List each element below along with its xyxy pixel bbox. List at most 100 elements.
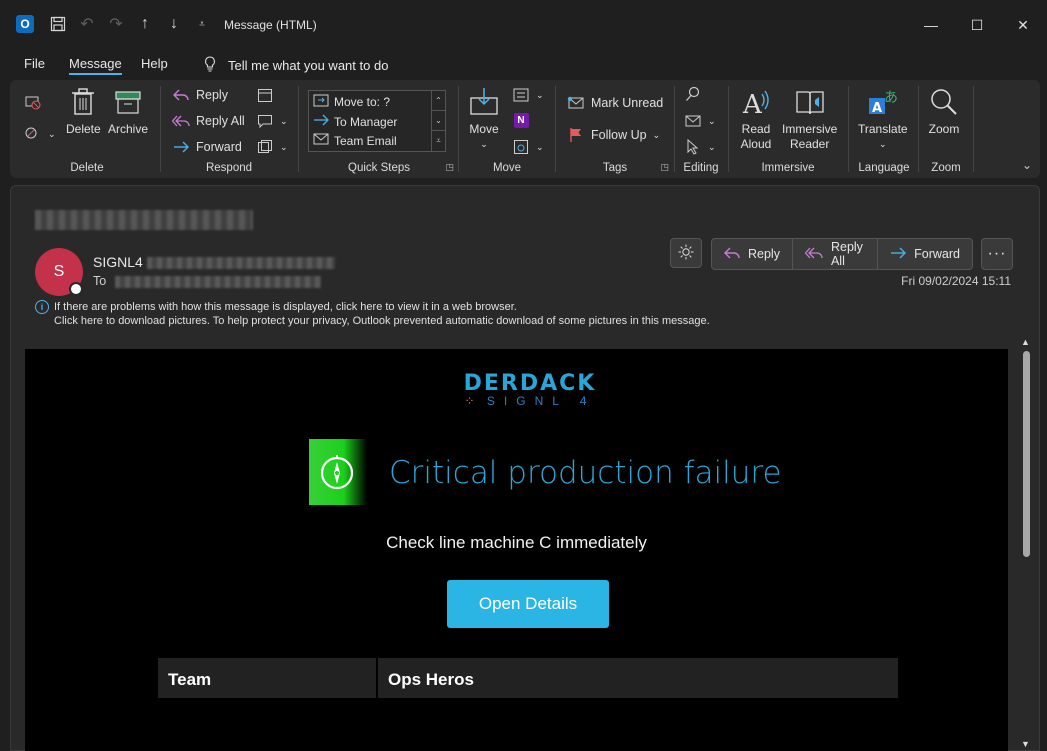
recipient-redacted [115, 276, 321, 288]
envelope-icon [684, 113, 702, 129]
chevron-down-icon: ⌄ [280, 115, 288, 126]
view-in-browser-link[interactable]: If there are problems with how this mess… [54, 300, 710, 314]
ribbon-separator [674, 86, 675, 172]
svg-text:あ: あ [884, 90, 898, 106]
ribbon-separator [848, 86, 849, 172]
ignore-icon [24, 94, 42, 110]
reply-icon [724, 246, 740, 263]
table-value: Ops Heros [378, 658, 898, 698]
scrollbar-thumb[interactable] [1023, 351, 1030, 557]
related-button[interactable]: ⌄ [684, 113, 716, 129]
chevron-down-icon: ⌄ [879, 139, 887, 149]
tell-me-search[interactable]: Tell me what you want to do [204, 56, 388, 75]
translate-icon: Aあ [868, 90, 898, 116]
save-icon[interactable] [48, 14, 68, 34]
subject-redacted [35, 210, 253, 230]
menu-file[interactable]: File [24, 56, 45, 71]
actions-icon [512, 139, 530, 155]
editing-group: ⌄ ⌄ Editing [676, 80, 726, 178]
follow-up-button[interactable]: Follow Up ⌄ [567, 127, 660, 143]
immersive-reader-button[interactable]: Immersive Reader [782, 86, 837, 152]
toggle-background-button[interactable] [670, 238, 702, 268]
scroll-up-icon[interactable]: ▲ [1021, 337, 1030, 347]
tags-group: Mark Unread Follow Up ⌄ Tags ◳ [557, 80, 673, 178]
menu-bar: File Message Help Tell me what you want … [0, 52, 1047, 78]
menu-help[interactable]: Help [141, 56, 168, 71]
ribbon-separator [973, 86, 974, 172]
mark-unread-button[interactable]: Mark Unread [567, 95, 663, 111]
chevron-down-icon: ⌄ [536, 141, 544, 152]
outlook-logo: O [16, 15, 34, 33]
move-icon [470, 88, 498, 115]
im-reply-button[interactable]: ⌄ [256, 113, 288, 129]
close-button[interactable]: ✕ [1000, 10, 1046, 40]
cleanup-button[interactable]: ⌄ [24, 126, 56, 142]
zoom-group: Zoom Zoom [920, 80, 972, 178]
svg-text:A: A [872, 101, 882, 116]
tags-launcher-icon[interactable]: ◳ [660, 162, 669, 173]
more-actions-icon[interactable]: ··· [981, 238, 1013, 270]
presence-status-icon [69, 282, 83, 296]
envelope-unread-icon [567, 95, 585, 111]
message-actions: Reply Reply All Forward [711, 238, 973, 270]
scroll-down-icon[interactable]: ▼ [1021, 739, 1030, 749]
ignore-button[interactable] [24, 94, 42, 110]
move-button[interactable]: Move ⌄ [468, 86, 500, 152]
ribbon-separator [160, 86, 161, 172]
forward-icon [172, 139, 190, 155]
minimize-button[interactable]: — [908, 10, 954, 40]
more-respond-button[interactable]: ⌄ [256, 139, 288, 155]
previous-item-icon[interactable]: ↑ [135, 14, 155, 34]
delete-group: ⌄ Delete Archive Delete [10, 80, 164, 178]
reply-all-icon [172, 113, 190, 129]
customize-toolbar-icon[interactable]: ⩡ [192, 14, 212, 34]
ribbon-display-options-icon[interactable]: ⌄ [1022, 158, 1032, 172]
undo-icon[interactable]: ↶ [77, 14, 97, 34]
ribbon-reply-all-button[interactable]: Reply All [172, 113, 245, 129]
quick-steps-launcher-icon[interactable]: ◳ [445, 162, 454, 173]
menu-message[interactable]: Message [69, 56, 122, 75]
rules-button[interactable]: ⌄ [512, 87, 544, 103]
brand-logo: DERDACK ⁘ SIGNL 4 [463, 371, 597, 408]
onenote-button[interactable]: N [512, 112, 530, 128]
respond-group: Reply Reply All Forward ⌄ ⌄ Respond [162, 80, 296, 178]
chat-icon [256, 113, 274, 129]
read-aloud-button[interactable]: A Read Aloud [740, 86, 772, 152]
next-item-icon[interactable]: ↓ [164, 14, 184, 34]
sender-address-redacted [147, 257, 335, 269]
ribbon-reply-button[interactable]: Reply [172, 87, 228, 103]
forward-button[interactable]: Forward [878, 239, 972, 269]
download-pictures-link[interactable]: Click here to download pictures. To help… [54, 314, 710, 328]
maximize-button[interactable]: ☐ [954, 10, 1000, 40]
actions-button[interactable]: ⌄ [512, 139, 544, 155]
message-date: Fri 09/02/2024 15:11 [901, 274, 1011, 288]
meeting-reply-button[interactable] [256, 87, 274, 103]
select-button[interactable]: ⌄ [684, 139, 716, 155]
vertical-scrollbar[interactable]: ▲ ▼ [1017, 333, 1035, 751]
ribbon-separator [918, 86, 919, 172]
email-body: DERDACK ⁘ SIGNL 4 Critical production fa… [25, 349, 1008, 751]
brand-dots-icon: ⁘ [464, 394, 475, 408]
chevron-down-icon: ⌄ [480, 139, 488, 149]
zoom-button[interactable]: Zoom [928, 86, 960, 137]
immersive-reader-icon [796, 91, 824, 115]
cursor-icon [684, 139, 702, 155]
reply-button[interactable]: Reply [712, 239, 793, 269]
translate-button[interactable]: Aあ Translate ⌄ [858, 86, 908, 152]
search-icon [684, 86, 702, 102]
calendar-reply-icon [256, 87, 274, 103]
open-details-button[interactable]: Open Details [447, 580, 609, 628]
archive-button[interactable]: Archive [108, 86, 148, 137]
ribbon-forward-button[interactable]: Forward [172, 139, 242, 155]
ribbon-separator [298, 86, 299, 172]
reply-icon [172, 87, 190, 103]
alert-message: Check line machine C immediately [386, 533, 647, 552]
delete-button[interactable]: Delete [66, 86, 101, 137]
sender-name[interactable]: SIGNL4 [93, 254, 143, 270]
move-group: Move ⌄ ⌄ N ⌄ Move [460, 80, 554, 178]
cleanup-icon [24, 126, 42, 142]
redo-icon[interactable]: ↷ [106, 14, 126, 34]
find-button[interactable] [684, 86, 702, 102]
forward-icon [890, 246, 907, 263]
reply-all-button[interactable]: Reply All [793, 239, 879, 269]
